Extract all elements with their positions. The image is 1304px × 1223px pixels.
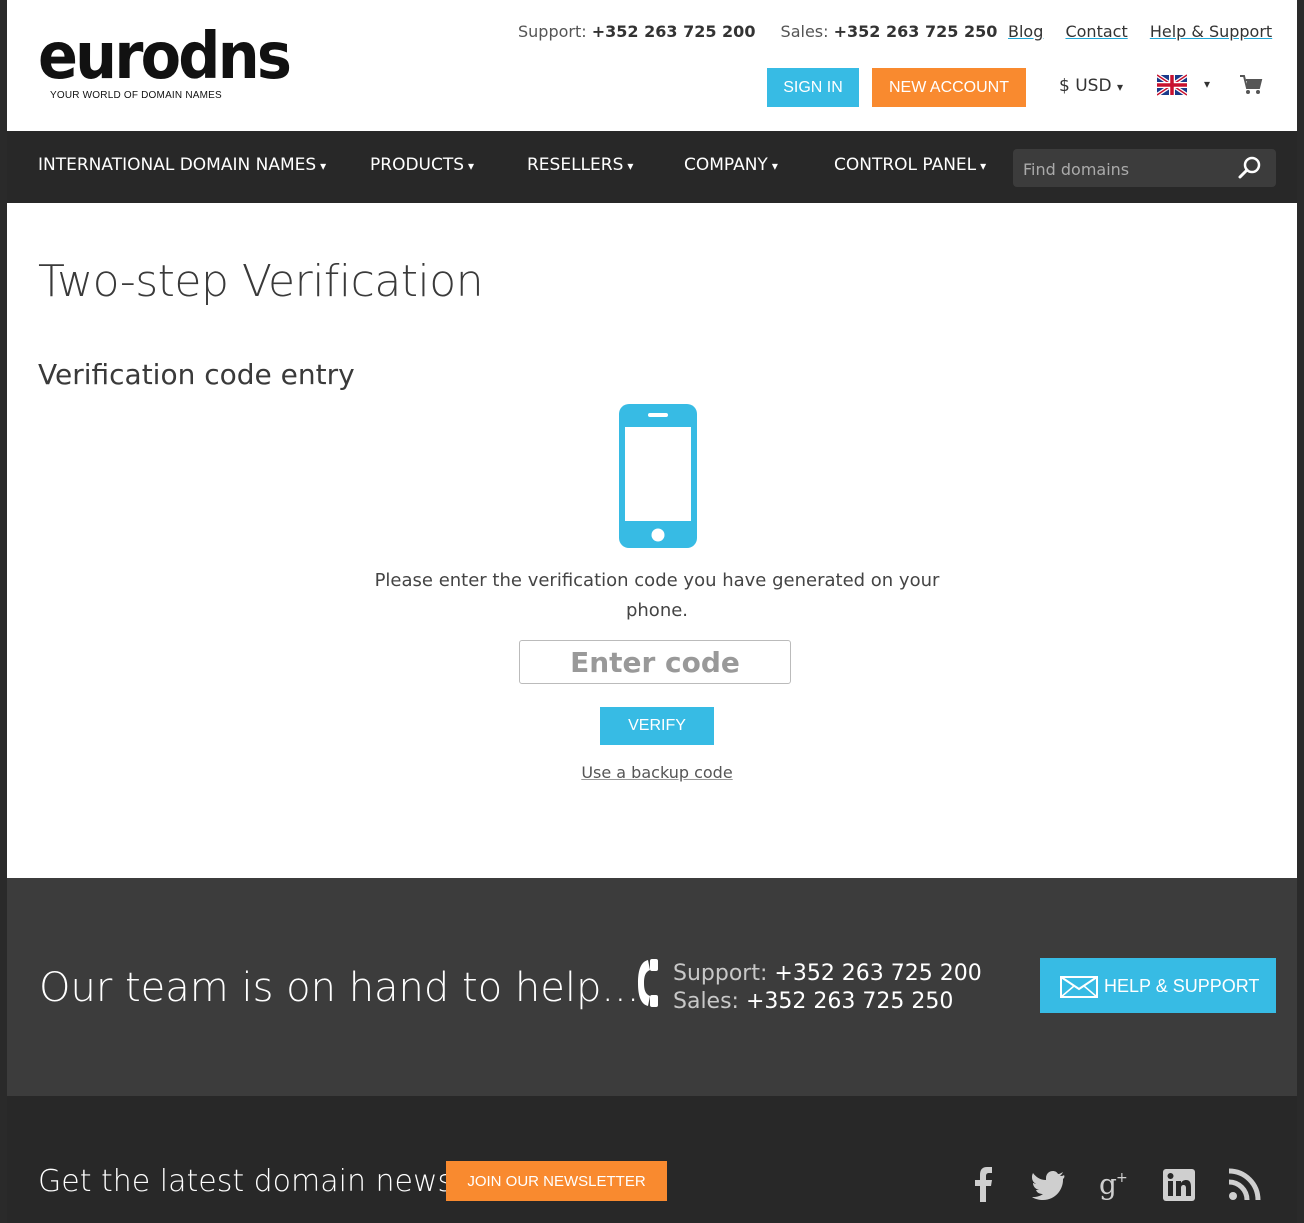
help-band: Our team is on hand to help... Support: … (7, 878, 1297, 1096)
chevron-down-icon: ▾ (1204, 77, 1211, 91)
svg-text:g: g (1099, 1168, 1117, 1201)
sales-label: Sales: (673, 989, 739, 1014)
verify-button[interactable]: VERIFY (600, 707, 714, 745)
chevron-down-icon: ▾ (980, 159, 987, 173)
sales-label: Sales: (780, 22, 829, 41)
nav-item-international-domain-names[interactable]: INTERNATIONAL DOMAIN NAMES ▾ (38, 155, 326, 175)
language-selector[interactable]: ▾ (1157, 74, 1217, 98)
nav-item-products[interactable]: PRODUCTS ▾ (370, 155, 474, 175)
news-title: Get the latest domain news. (38, 1164, 463, 1199)
nav-item-label: INTERNATIONAL DOMAIN NAMES (38, 155, 317, 175)
sales-number: +352 263 725 250 (833, 22, 998, 41)
verification-code-input[interactable] (519, 640, 791, 684)
nav-item-control-panel[interactable]: CONTROL PANEL ▾ (834, 155, 986, 175)
chevron-down-icon: ▾ (771, 159, 778, 173)
domain-search (1013, 149, 1276, 187)
nav-item-label: CONTROL PANEL (834, 155, 977, 175)
site-header: eurodns YOUR WORLD OF DOMAIN NAMES Suppo… (7, 0, 1297, 131)
help-contact-numbers: Support: +352 263 725 200 Sales: +352 26… (673, 960, 982, 1016)
new-account-button[interactable]: NEW ACCOUNT (872, 68, 1026, 107)
main-nav: INTERNATIONAL DOMAIN NAMES ▾ PRODUCTS ▾ RE… (7, 131, 1297, 203)
smartphone-icon (619, 404, 697, 548)
chevron-down-icon: ▾ (1116, 80, 1123, 94)
currency-selector[interactable]: $ USD ▾ (1059, 76, 1123, 96)
twitter-icon[interactable] (1032, 1166, 1066, 1202)
support-label: Support: (518, 22, 587, 41)
facebook-icon[interactable] (967, 1166, 1001, 1202)
section-title: Verification code entry (38, 358, 355, 391)
nav-item-label: RESELLERS (527, 155, 624, 175)
page-title: Two-step Verification (38, 256, 484, 307)
help-support-button[interactable]: HELP & SUPPORT (1040, 958, 1276, 1013)
svg-text:+: + (1116, 1170, 1128, 1186)
contact-link[interactable]: Contact (1065, 22, 1127, 41)
cart-icon[interactable] (1239, 74, 1263, 96)
uk-flag-icon (1157, 74, 1187, 96)
news-band: Get the latest domain news. JOIN OUR NEW… (7, 1096, 1297, 1223)
currency-value: $ USD (1059, 76, 1112, 96)
join-newsletter-button[interactable]: JOIN OUR NEWSLETTER (446, 1161, 667, 1201)
support-number: +352 263 725 200 (774, 961, 982, 986)
backup-code-link-wrap: Use a backup code (447, 763, 867, 782)
search-icon[interactable] (1237, 155, 1263, 181)
nav-item-label: PRODUCTS (370, 155, 465, 175)
nav-item-label: COMPANY (684, 155, 768, 175)
top-contact-numbers: Support: +352 263 725 200 Sales: +352 26… (518, 22, 1017, 41)
phone-handset-icon (638, 959, 658, 1007)
eurodns-logo[interactable]: eurodns YOUR WORLD OF DOMAIN NAMES (38, 20, 292, 106)
main-content: Two-step Verification Verification code … (7, 203, 1297, 878)
help-title: Our team is on hand to help... (39, 965, 640, 1011)
support-number: +352 263 725 200 (591, 22, 756, 41)
chevron-down-icon: ▾ (627, 159, 634, 173)
help-support-label: HELP & SUPPORT (1104, 976, 1260, 996)
page-frame: eurodns YOUR WORLD OF DOMAIN NAMES Suppo… (7, 0, 1297, 1223)
chevron-down-icon: ▾ (320, 159, 327, 173)
sign-in-button[interactable]: SIGN IN (767, 68, 859, 107)
rss-icon[interactable] (1227, 1166, 1261, 1202)
support-label: Support: (673, 961, 768, 986)
search-input[interactable] (1021, 157, 1235, 181)
help-support-link[interactable]: Help & Support (1150, 22, 1272, 41)
logo-wordmark: eurodns (38, 20, 292, 94)
blog-link[interactable]: Blog (1008, 22, 1043, 41)
backup-code-link[interactable]: Use a backup code (581, 763, 732, 782)
nav-item-resellers[interactable]: RESELLERS ▾ (527, 155, 633, 175)
logo-tagline: YOUR WORLD OF DOMAIN NAMES (50, 90, 222, 101)
top-links: Blog Contact Help & Support (1008, 22, 1289, 41)
instructions-text: Please enter the verification code you h… (374, 570, 940, 621)
nav-item-company[interactable]: COMPANY ▾ (684, 155, 778, 175)
envelope-icon (1060, 976, 1098, 998)
google-plus-icon[interactable]: g + (1097, 1166, 1131, 1202)
sales-number: +352 263 725 250 (745, 989, 954, 1014)
linkedin-icon[interactable] (1162, 1166, 1196, 1202)
chevron-down-icon: ▾ (468, 159, 475, 173)
